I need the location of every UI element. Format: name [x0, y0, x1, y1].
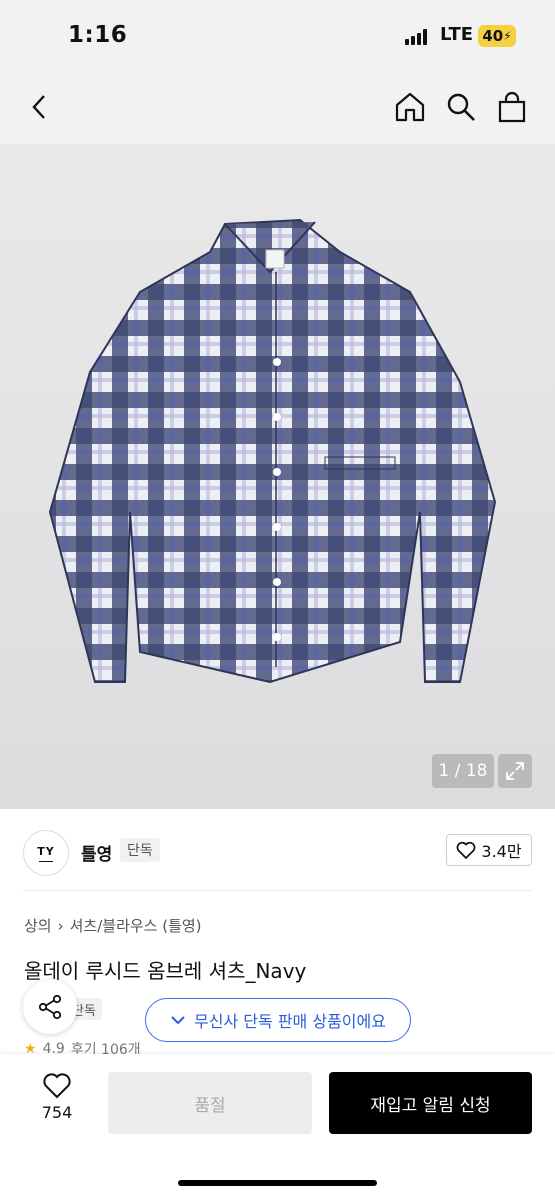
expand-icon	[506, 762, 524, 780]
brand-logo[interactable]: TY	[23, 830, 69, 876]
home-button[interactable]	[390, 87, 430, 127]
search-button[interactable]	[441, 87, 481, 127]
status-bar: 1:16 LTE 40 ⚡	[0, 0, 555, 74]
divider	[23, 890, 532, 891]
brand-row: TY 틀영 단독 3.4만	[0, 820, 555, 888]
breadcrumb-category[interactable]: 상의	[24, 915, 52, 936]
cart-button[interactable]	[492, 87, 532, 127]
top-nav	[0, 74, 555, 144]
brand-name[interactable]: 틀영	[81, 840, 112, 865]
exclusive-notice-pill[interactable]: 무신사 단독 판매 상품이에요	[145, 998, 411, 1042]
cellular-signal-icon	[405, 29, 427, 45]
wishlist-button[interactable]: 754	[24, 1072, 90, 1132]
heart-icon	[457, 841, 476, 859]
bottom-action-bar: 754 품절 재입고 알림 신청	[0, 1054, 555, 1200]
chevron-right-icon: ›	[57, 916, 64, 935]
product-title: 올데이 루시드 옴브레 셔츠_Navy	[24, 959, 307, 983]
product-image	[48, 218, 497, 684]
heart-icon	[43, 1073, 71, 1099]
exclusive-notice-text: 무신사 단독 판매 상품이에요	[194, 1012, 386, 1031]
home-indicator	[178, 1180, 377, 1186]
brand-like-button[interactable]: 3.4만	[446, 834, 532, 866]
brand-logo-text: TY	[37, 844, 55, 858]
share-button[interactable]	[23, 980, 77, 1034]
battery-indicator: 40 ⚡	[478, 25, 516, 47]
wishlist-count: 754	[41, 1103, 73, 1122]
breadcrumb: 상의 › 셔츠/블라우스 (틀영)	[24, 915, 202, 936]
product-image-gallery[interactable]: 1 / 18	[0, 144, 555, 809]
sold-out-button: 품절	[108, 1072, 312, 1134]
expand-image-button[interactable]	[498, 754, 532, 788]
home-icon	[395, 92, 425, 122]
battery-level: 40	[482, 27, 504, 45]
search-icon	[447, 93, 475, 121]
share-icon	[38, 994, 62, 1020]
exclusive-badge: 단독	[120, 838, 160, 862]
clock: 1:16	[68, 22, 128, 48]
image-counter: 1 / 18	[432, 754, 494, 788]
network-type: LTE	[440, 24, 474, 45]
brand-like-count: 3.4만	[481, 842, 522, 861]
chevron-left-icon	[32, 95, 45, 119]
chevron-down-icon	[171, 1016, 185, 1025]
back-button[interactable]	[20, 87, 60, 127]
shopping-bag-icon	[498, 91, 526, 123]
restock-alert-button[interactable]: 재입고 알림 신청	[329, 1072, 532, 1134]
breadcrumb-subcategory[interactable]: 셔츠/블라우스 (틀영)	[70, 915, 202, 936]
